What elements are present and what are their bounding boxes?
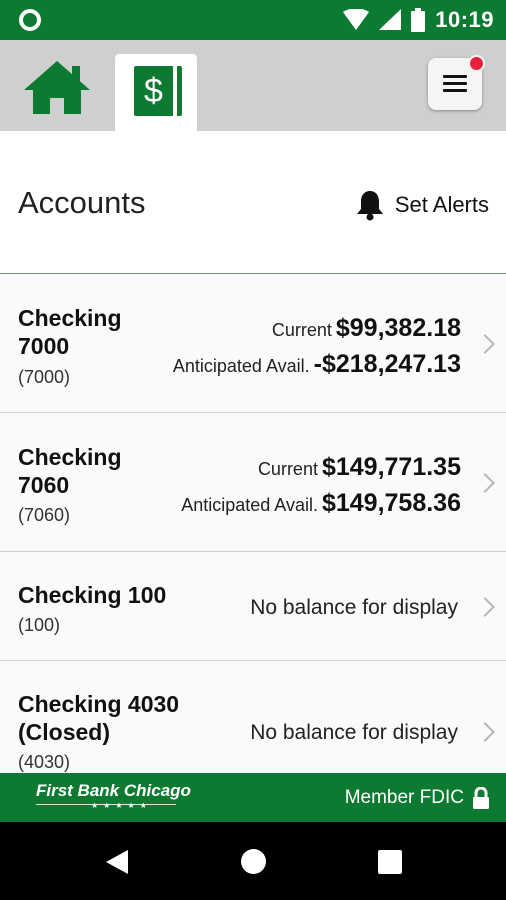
home-button[interactable] [22,58,92,118]
home-icon [24,61,90,114]
fdic-notice: Member FDIC [345,787,490,809]
footer-bar: First Bank Chicago ★★★★★ Member FDIC [0,773,506,822]
no-balance-text: No balance for display [250,596,458,619]
wifi-icon [343,9,370,30]
current-balance: Current $99,382.18 [271,314,461,342]
account-row[interactable]: Checking 7000 (7000) Current $99,382.18 A… [0,274,506,413]
home-system-button[interactable] [240,848,267,875]
tab-accounts[interactable]: $ [115,54,197,131]
account-name: Checking 4030 (Closed) [18,691,180,745]
clock: 10:19 [435,7,494,32]
account-row[interactable]: Checking 100 (100) No balance for displa… [0,552,506,661]
chevron-right-icon [475,473,495,493]
system-navigation-bar [0,822,506,900]
account-number: (7000) [18,367,71,387]
chevron-right-icon [475,722,495,742]
set-alerts-button[interactable]: Set Alerts [355,189,489,221]
logo-stars-icon: ★★★★★ [91,801,152,810]
notification-badge [468,55,485,72]
chevron-right-icon [475,334,495,354]
page-title: Accounts [18,185,146,220]
set-alerts-label: Set Alerts [394,192,489,217]
no-balance-text: No balance for display [250,721,458,744]
account-number: (100) [18,615,61,635]
fdic-label: Member FDIC [344,787,464,808]
signal-icon [379,9,402,30]
chevron-right-icon [475,597,495,617]
back-button[interactable] [104,848,130,876]
current-balance: Current $149,771.35 [257,453,461,481]
account-name: Checking 100 [18,582,167,608]
top-navigation: $ [0,40,506,131]
status-icons: 10:19 [343,6,494,34]
accounts-dollar-icon: $ [134,66,182,116]
anticipated-balance: Anticipated Avail. $149,758.36 [181,489,461,517]
battery-icon [411,8,426,32]
notification-status-icon [19,9,41,31]
svg-text:$: $ [144,72,163,110]
bell-icon [356,191,383,221]
account-name: Checking 7060 [18,444,122,498]
page-header: Accounts Set Alerts [0,131,506,275]
menu-button[interactable] [428,55,485,110]
account-name: Checking 7000 [18,305,122,359]
account-row[interactable]: Checking 7060 (7060) Current $149,771.35 … [0,413,506,552]
account-row[interactable]: Checking 4030 (Closed) (4030) No balance… [0,661,506,773]
anticipated-balance: Anticipated Avail. -$218,247.13 [172,350,461,378]
account-number: (7060) [18,505,71,525]
status-bar: 10:19 [0,0,506,40]
lock-icon [473,787,489,809]
bank-logo: First Bank Chicago [36,781,191,800]
recents-button[interactable] [377,849,403,875]
account-number: (4030) [18,752,71,772]
